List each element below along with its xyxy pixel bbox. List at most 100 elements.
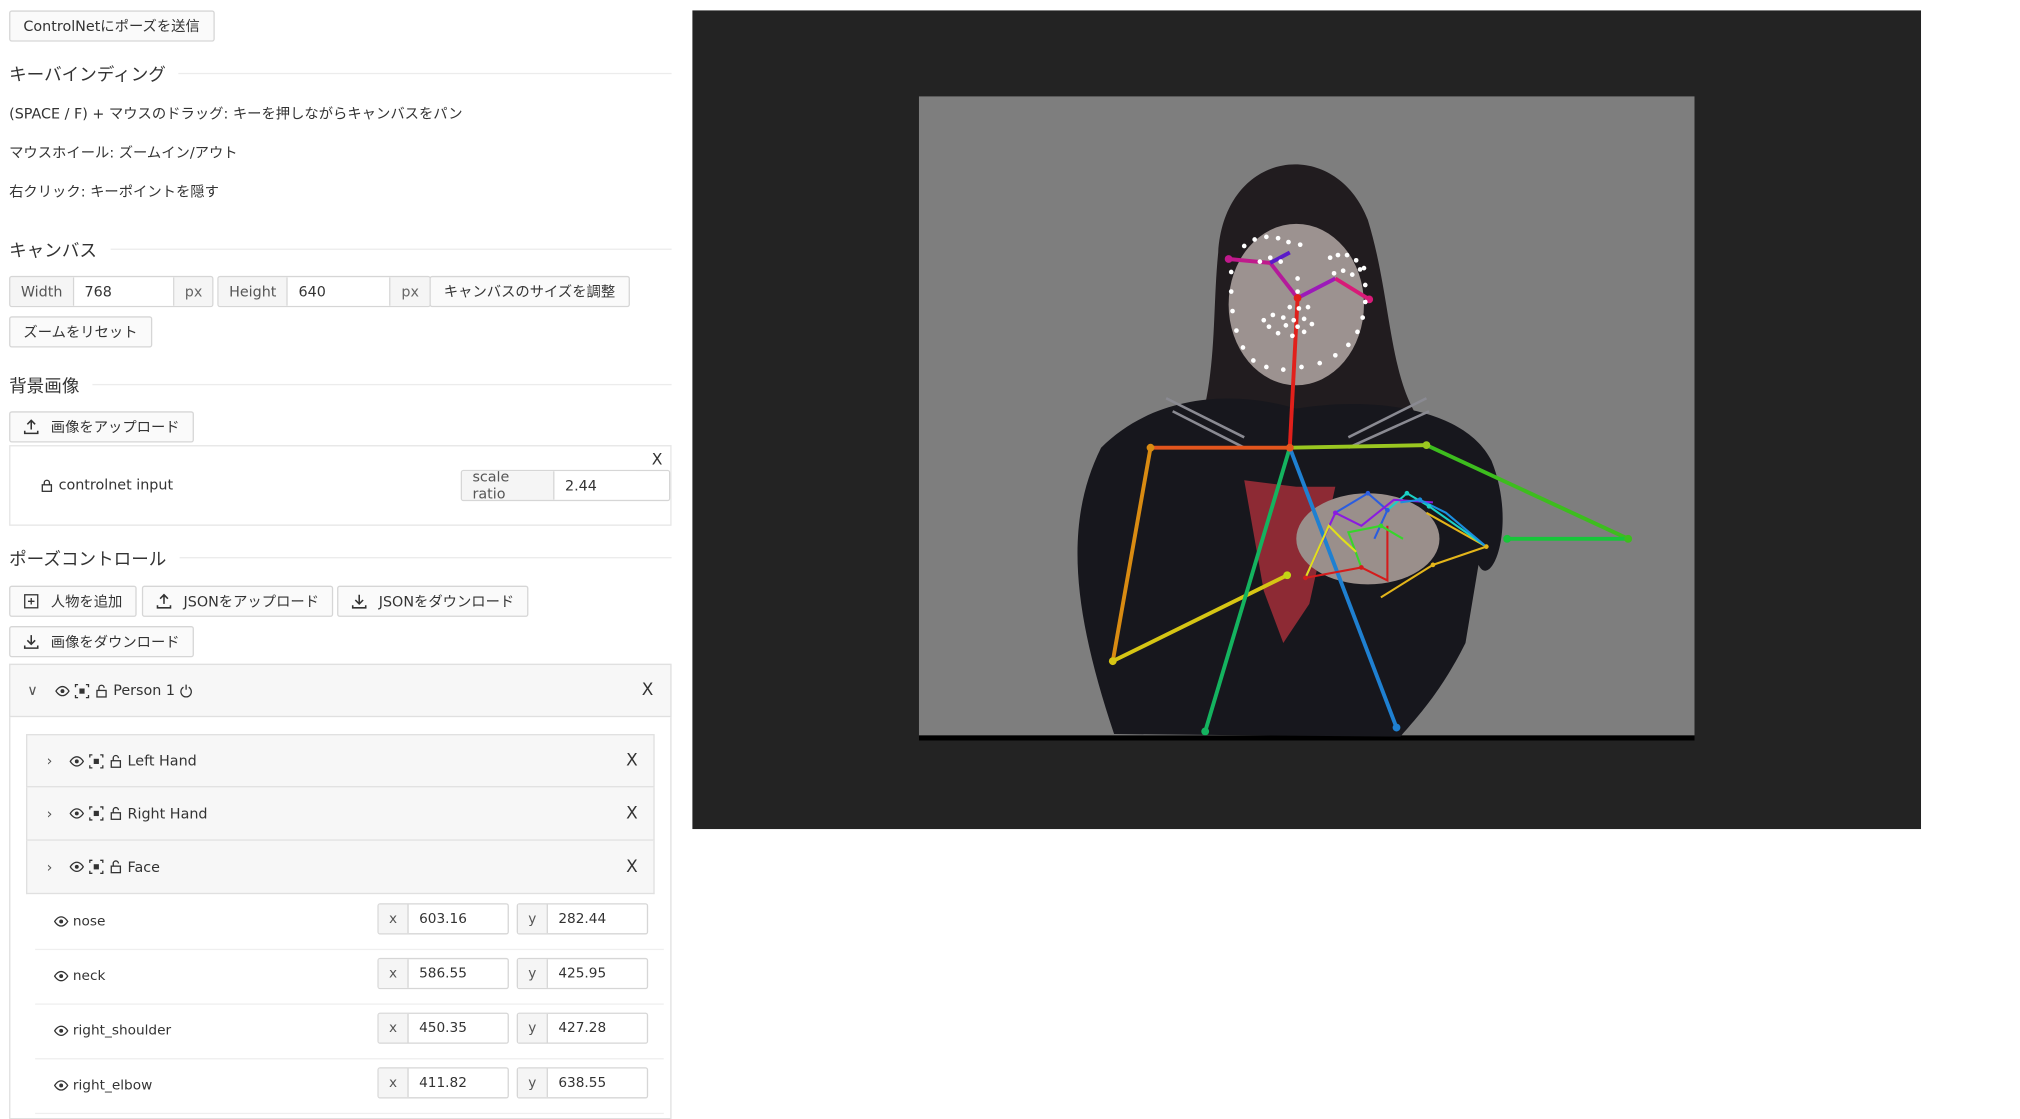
y-input[interactable]: 425.95 bbox=[548, 959, 647, 988]
send-to-controlnet-button[interactable]: ControlNetにポーズを送信 bbox=[9, 10, 215, 42]
face-dot bbox=[1267, 255, 1273, 261]
lock-icon[interactable] bbox=[39, 477, 55, 493]
pose-canvas-svg[interactable] bbox=[918, 96, 1695, 741]
scale-ratio-input[interactable]: 2.44 bbox=[553, 471, 669, 500]
eye-icon[interactable] bbox=[69, 753, 85, 769]
y-label: y bbox=[517, 904, 548, 934]
keypoint-name: right_shoulder bbox=[72, 1022, 172, 1039]
height-label: Height bbox=[218, 277, 287, 306]
keybinding-section-header: キーバインディング bbox=[9, 60, 672, 86]
keypoint-x-field[interactable]: x 586.55 bbox=[377, 957, 509, 990]
remove-part-button[interactable]: X bbox=[626, 857, 638, 877]
download-json-button[interactable]: JSONをダウンロード bbox=[337, 585, 529, 617]
remove-part-button[interactable]: X bbox=[626, 804, 638, 824]
part-face[interactable]: › Face X bbox=[26, 840, 655, 895]
x-input[interactable]: 586.55 bbox=[409, 959, 508, 988]
keypoint-y-field[interactable]: y 427.28 bbox=[516, 1012, 649, 1044]
upload-json-button[interactable]: JSONをアップロード bbox=[141, 585, 334, 617]
eye-icon[interactable] bbox=[53, 1023, 69, 1039]
unlock-icon[interactable] bbox=[94, 683, 110, 699]
eye-icon[interactable] bbox=[69, 859, 85, 875]
joint-left-wrist[interactable] bbox=[1503, 534, 1512, 543]
y-label: y bbox=[517, 1068, 548, 1098]
keypoint-label: neck bbox=[53, 968, 105, 984]
background-title: 背景画像 bbox=[9, 376, 80, 397]
select-icon[interactable] bbox=[89, 753, 105, 769]
hand-dot bbox=[1430, 562, 1436, 568]
joint-right-ear[interactable] bbox=[1224, 255, 1233, 263]
y-input[interactable]: 638.55 bbox=[548, 1069, 647, 1098]
face-dot bbox=[1241, 243, 1247, 249]
reset-zoom-button[interactable]: ズームをリセット bbox=[9, 316, 152, 348]
face-dot bbox=[1331, 270, 1337, 276]
joint-neck[interactable] bbox=[1285, 443, 1294, 452]
eye-icon[interactable] bbox=[53, 968, 69, 984]
eye-icon[interactable] bbox=[55, 683, 71, 699]
power-icon[interactable] bbox=[179, 683, 195, 699]
remove-background-button[interactable]: X bbox=[652, 450, 663, 468]
upload-image-label: 画像をアップロード bbox=[50, 419, 180, 437]
part-right-hand[interactable]: › Right Hand X bbox=[26, 787, 655, 841]
y-input[interactable]: 427.28 bbox=[548, 1014, 647, 1043]
hand-dot bbox=[1426, 503, 1432, 509]
keypoint-x-field[interactable]: x 411.82 bbox=[377, 1067, 509, 1099]
chevron-right-icon[interactable]: › bbox=[40, 805, 58, 822]
canvas-height-field[interactable]: Height 640 px bbox=[217, 275, 431, 308]
joint-left-elbow[interactable] bbox=[1624, 534, 1633, 543]
width-input[interactable]: 768 bbox=[72, 277, 175, 306]
left-panel: ControlNetにポーズを送信 キーバインディング (SPACE / F) … bbox=[9, 0, 672, 1119]
chevron-right-icon[interactable]: › bbox=[40, 752, 58, 769]
part-left-hand[interactable]: › Left Hand X bbox=[26, 734, 655, 788]
background-section-header: 背景画像 bbox=[9, 371, 672, 397]
keypoint-x-field[interactable]: x 603.16 bbox=[377, 903, 509, 935]
select-icon[interactable] bbox=[89, 806, 105, 822]
height-input[interactable]: 640 bbox=[286, 277, 391, 306]
scale-ratio-field[interactable]: scale ratio 2.44 bbox=[460, 469, 671, 502]
upload-image-button[interactable]: 画像をアップロード bbox=[9, 411, 194, 443]
eye-icon[interactable] bbox=[53, 1078, 69, 1094]
part-name: Left Hand bbox=[127, 752, 197, 770]
face-dot bbox=[1301, 316, 1307, 322]
chevron-down-icon[interactable]: ∨ bbox=[23, 682, 41, 699]
canvas-width-field[interactable]: Width 768 px bbox=[9, 275, 215, 308]
person-header[interactable]: ∨ Person 1 X bbox=[9, 663, 672, 718]
joint-right-elbow[interactable] bbox=[1108, 657, 1117, 666]
face-dot bbox=[1264, 364, 1269, 370]
unlock-icon[interactable] bbox=[108, 753, 124, 769]
joint-left-hip[interactable] bbox=[1392, 723, 1401, 732]
eye-icon[interactable] bbox=[69, 806, 85, 822]
face-dot bbox=[1346, 342, 1351, 348]
select-icon[interactable] bbox=[89, 859, 105, 875]
select-icon[interactable] bbox=[74, 683, 90, 699]
chevron-right-icon[interactable]: › bbox=[40, 858, 58, 875]
keypoint-y-field[interactable]: y 282.44 bbox=[516, 903, 649, 935]
joint-left-shoulder[interactable] bbox=[1422, 441, 1431, 450]
plus-square-icon bbox=[23, 593, 39, 609]
x-input[interactable]: 411.82 bbox=[409, 1069, 508, 1098]
remove-part-button[interactable]: X bbox=[626, 751, 638, 771]
pose-editor-canvas[interactable] bbox=[692, 10, 1922, 830]
eye-icon[interactable] bbox=[53, 914, 69, 930]
x-input[interactable]: 603.16 bbox=[409, 905, 508, 934]
download-image-button[interactable]: 画像をダウンロード bbox=[9, 626, 194, 658]
hand-dot bbox=[1365, 490, 1371, 496]
joint-right-hip[interactable] bbox=[1201, 727, 1210, 736]
joint-right-shoulder[interactable] bbox=[1146, 443, 1155, 452]
x-input[interactable]: 450.35 bbox=[409, 1014, 508, 1043]
background-photo[interactable] bbox=[918, 96, 1695, 741]
face-dot bbox=[1301, 329, 1307, 335]
section-divider bbox=[92, 383, 672, 385]
y-input[interactable]: 282.44 bbox=[548, 905, 647, 934]
remove-person-button[interactable]: X bbox=[642, 681, 654, 701]
keypoint-y-field[interactable]: y 638.55 bbox=[516, 1067, 649, 1099]
keypoint-y-field[interactable]: y 425.95 bbox=[516, 957, 649, 990]
keypoint-x-field[interactable]: x 450.35 bbox=[377, 1012, 509, 1044]
joint-nose[interactable] bbox=[1293, 294, 1302, 302]
face-dot bbox=[1264, 234, 1269, 240]
resize-canvas-button[interactable]: キャンバスのサイズを調整 bbox=[429, 275, 630, 308]
x-label: x bbox=[378, 1068, 409, 1098]
unlock-icon[interactable] bbox=[108, 806, 124, 822]
unlock-icon[interactable] bbox=[108, 859, 124, 875]
joint-right-wrist[interactable] bbox=[1283, 571, 1292, 580]
add-person-button[interactable]: 人物を追加 bbox=[9, 585, 137, 617]
